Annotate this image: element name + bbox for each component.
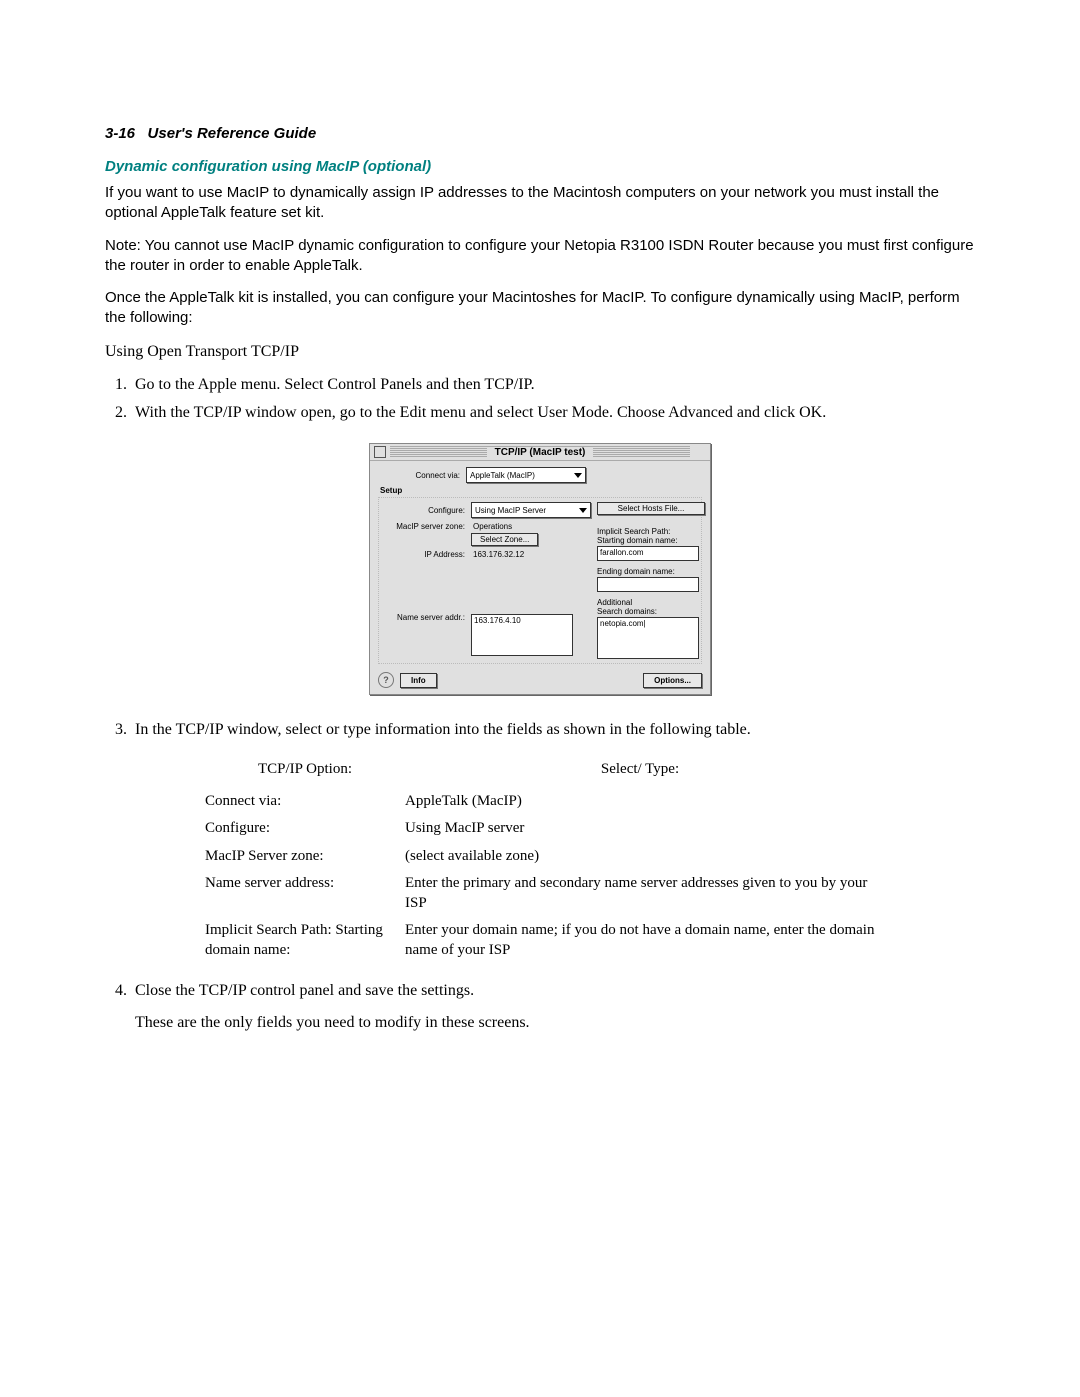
- connect-via-popup[interactable]: AppleTalk (MacIP): [466, 467, 586, 483]
- opt-value: Enter your domain name; if you do not ha…: [405, 921, 875, 960]
- table-row: Connect via: AppleTalk (MacIP): [205, 792, 875, 812]
- steps-list-end: Close the TCP/IP control panel and save …: [105, 980, 975, 1033]
- step-4-note: These are the only fields you need to mo…: [135, 1012, 975, 1034]
- step-4-text: Close the TCP/IP control panel and save …: [135, 982, 474, 999]
- opt-label: Configure:: [205, 819, 405, 839]
- opt-value: Using MacIP server: [405, 819, 875, 839]
- table-row: Implicit Search Path: Starting domain na…: [205, 921, 875, 960]
- close-icon[interactable]: [374, 446, 386, 458]
- help-icon[interactable]: ?: [378, 672, 394, 688]
- implicit-label-2: Starting domain name:: [597, 536, 705, 545]
- once-paragraph: Once the AppleTalk kit is installed, you…: [105, 288, 975, 329]
- table-head-left: TCP/IP Option:: [205, 761, 405, 778]
- table-head-right: Select/ Type:: [405, 761, 875, 778]
- table-row: Configure: Using MacIP server: [205, 819, 875, 839]
- implicit-label-1: Implicit Search Path:: [597, 527, 705, 536]
- options-button[interactable]: Options...: [643, 673, 702, 688]
- page-number: 3-16: [105, 125, 135, 142]
- additional-domains-value: netopia.com|: [600, 619, 646, 628]
- starting-domain-field[interactable]: farallon.com: [597, 546, 699, 561]
- opt-label: Name server address:: [205, 874, 405, 913]
- opt-value: Enter the primary and secondary name ser…: [405, 874, 875, 913]
- setup-group-label: Setup: [380, 486, 702, 495]
- additional-label-1: Additional: [597, 598, 705, 607]
- using-heading: Using Open Transport TCP/IP: [105, 341, 975, 363]
- opt-value: (select available zone): [405, 847, 875, 867]
- table-row: Name server address: Enter the primary a…: [205, 874, 875, 913]
- step-3: In the TCP/IP window, select or type inf…: [131, 719, 975, 741]
- ip-value: 163.176.32.12: [471, 550, 524, 559]
- info-button[interactable]: Info: [400, 673, 437, 688]
- configure-popup[interactable]: Using MacIP Server: [471, 502, 591, 518]
- section-subheading: Dynamic configuration using MacIP (optio…: [105, 158, 975, 175]
- intro-paragraph: If you want to use MacIP to dynamically …: [105, 183, 975, 224]
- opt-label: Implicit Search Path: Starting domain na…: [205, 921, 405, 960]
- ending-domain-field[interactable]: [597, 577, 699, 592]
- ip-label: IP Address:: [383, 550, 471, 559]
- dialog-figure: TCP/IP (MacIP test) Connect via: AppleTa…: [105, 443, 975, 695]
- page-header: 3-16 User's Reference Guide: [105, 125, 975, 142]
- connect-via-value: AppleTalk (MacIP): [470, 471, 535, 480]
- chevron-down-icon: [579, 508, 587, 513]
- nameserver-value: 163.176.4.10: [474, 616, 521, 625]
- starting-domain-value: farallon.com: [600, 548, 644, 557]
- note-paragraph: Note: You cannot use MacIP dynamic confi…: [105, 236, 975, 277]
- step-2: With the TCP/IP window open, go to the E…: [131, 402, 975, 424]
- select-zone-button[interactable]: Select Zone...: [471, 533, 538, 546]
- opt-label: MacIP Server zone:: [205, 847, 405, 867]
- opt-label: Connect via:: [205, 792, 405, 812]
- dialog-titlebar: TCP/IP (MacIP test): [370, 444, 710, 461]
- nameserver-label: Name server addr.:: [383, 613, 471, 622]
- zone-label: MacIP server zone:: [383, 522, 471, 531]
- configure-value: Using MacIP Server: [475, 506, 546, 515]
- steps-list: Go to the Apple menu. Select Control Pan…: [105, 374, 975, 423]
- table-row: MacIP Server zone: (select available zon…: [205, 847, 875, 867]
- opt-value: AppleTalk (MacIP): [405, 792, 875, 812]
- nameserver-field[interactable]: 163.176.4.10: [471, 614, 573, 656]
- configure-label: Configure:: [383, 506, 471, 515]
- guide-title: User's Reference Guide: [148, 125, 317, 142]
- additional-label-2: Search domains:: [597, 607, 705, 616]
- chevron-down-icon: [574, 473, 582, 478]
- tcpip-dialog: TCP/IP (MacIP test) Connect via: AppleTa…: [369, 443, 711, 695]
- dialog-title: TCP/IP (MacIP test): [487, 447, 594, 458]
- step-4: Close the TCP/IP control panel and save …: [131, 980, 975, 1033]
- select-hosts-button[interactable]: Select Hosts File...: [597, 502, 705, 515]
- connect-via-label: Connect via:: [378, 471, 466, 480]
- additional-domains-field[interactable]: netopia.com|: [597, 617, 699, 659]
- zone-value: Operations: [471, 522, 538, 531]
- ending-domain-label: Ending domain name:: [597, 567, 705, 576]
- options-table: TCP/IP Option: Select/ Type: Connect via…: [205, 761, 875, 961]
- steps-list-cont: In the TCP/IP window, select or type inf…: [105, 719, 975, 741]
- step-1: Go to the Apple menu. Select Control Pan…: [131, 374, 975, 396]
